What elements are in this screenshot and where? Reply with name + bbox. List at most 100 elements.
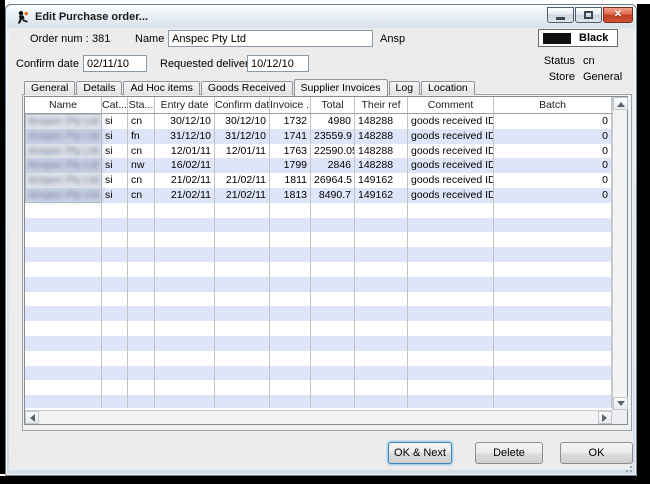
confirm-date-input[interactable] bbox=[83, 55, 147, 72]
desktop-edge-bottom bbox=[0, 476, 650, 484]
close-button[interactable]: ✕ bbox=[603, 7, 633, 23]
table-row-empty[interactable] bbox=[25, 232, 612, 247]
cell-confirm_date bbox=[215, 321, 270, 336]
cell-invoice_num bbox=[270, 247, 311, 262]
desktop-edge-right bbox=[637, 4, 650, 484]
cell-comment bbox=[408, 351, 494, 366]
table-row[interactable]: Anspec Pty Ltdsicn21/02/1121/02/11181126… bbox=[25, 173, 612, 188]
horizontal-scrollbar[interactable] bbox=[25, 410, 612, 424]
cell-total bbox=[311, 232, 355, 247]
resize-grip-icon[interactable] bbox=[622, 463, 633, 473]
tab-general[interactable]: General bbox=[24, 81, 75, 95]
table-row-empty[interactable] bbox=[25, 292, 612, 307]
scroll-up-button[interactable] bbox=[613, 97, 628, 110]
tab-supplier-invoices[interactable]: Supplier Invoices bbox=[294, 79, 388, 96]
scroll-left-button[interactable] bbox=[25, 411, 39, 424]
table-row-empty[interactable] bbox=[25, 306, 612, 321]
cell-batch bbox=[494, 262, 612, 277]
tab-details[interactable]: Details bbox=[76, 81, 122, 95]
cell-confirm_date bbox=[215, 262, 270, 277]
table-row[interactable]: Anspec Pty Ltdsicn12/01/1112/01/11176322… bbox=[25, 144, 612, 159]
cell-invoice_num bbox=[270, 306, 311, 321]
cell-category bbox=[102, 262, 128, 277]
table-row-empty[interactable] bbox=[25, 247, 612, 262]
cell-entry_date bbox=[155, 351, 215, 366]
table-row[interactable]: Anspec Pty Ltdsinw16/02/1117992846148288… bbox=[25, 158, 612, 173]
ok-button[interactable]: OK bbox=[560, 442, 633, 464]
cell-confirm_date bbox=[215, 351, 270, 366]
cell-status bbox=[128, 292, 155, 307]
cell-status: cn bbox=[128, 173, 155, 188]
cell-entry_date bbox=[155, 203, 215, 218]
column-header-entry-date[interactable]: Entry date bbox=[155, 97, 215, 113]
supplier-name-input[interactable] bbox=[168, 30, 373, 47]
column-header-cat-[interactable]: Cat... bbox=[102, 97, 128, 113]
tab-location[interactable]: Location bbox=[421, 81, 475, 95]
cell-comment bbox=[408, 395, 494, 408]
column-header-batch[interactable]: Batch bbox=[494, 97, 612, 113]
cell-name bbox=[25, 277, 102, 292]
scroll-right-button[interactable] bbox=[598, 411, 612, 424]
tab-ad-hoc-items[interactable]: Ad Hoc items bbox=[123, 81, 199, 95]
table-row-empty[interactable] bbox=[25, 336, 612, 351]
table-row-empty[interactable] bbox=[25, 277, 612, 292]
title-bar[interactable]: Edit Purchase order... bbox=[7, 6, 635, 28]
color-swatch-label: Black bbox=[579, 32, 608, 44]
cell-category bbox=[102, 292, 128, 307]
vertical-scrollbar[interactable] bbox=[612, 97, 627, 410]
column-header-sta-[interactable]: Sta... bbox=[128, 97, 155, 113]
table-rows: Anspec Pty Ltdsicn30/12/1030/12/10173249… bbox=[25, 114, 612, 408]
column-header-name[interactable]: Name bbox=[25, 97, 102, 113]
cell-confirm_date bbox=[215, 232, 270, 247]
cell-invoice_num bbox=[270, 292, 311, 307]
delete-button[interactable]: Delete bbox=[475, 442, 543, 464]
cell-invoice_num: 1732 bbox=[270, 114, 311, 129]
table-row-empty[interactable] bbox=[25, 395, 612, 408]
color-swatch-box[interactable]: Black bbox=[538, 29, 618, 47]
cell-status: cn bbox=[128, 144, 155, 159]
cell-confirm_date bbox=[215, 380, 270, 395]
supplier-code: Ansp bbox=[380, 33, 405, 45]
cell-invoice_num bbox=[270, 218, 311, 233]
tab-log[interactable]: Log bbox=[389, 81, 421, 95]
cell-comment: goods received ID : 5 bbox=[408, 114, 494, 129]
requested-delivery-input[interactable] bbox=[247, 55, 309, 72]
cell-their_ref: 148288 bbox=[355, 144, 408, 159]
table-row-empty[interactable] bbox=[25, 380, 612, 395]
minimize-button[interactable] bbox=[547, 7, 574, 23]
cell-comment bbox=[408, 203, 494, 218]
cell-invoice_num bbox=[270, 380, 311, 395]
cell-their_ref bbox=[355, 292, 408, 307]
column-header-comment[interactable]: Comment bbox=[408, 97, 494, 113]
table-row-empty[interactable] bbox=[25, 351, 612, 366]
cell-batch bbox=[494, 395, 612, 408]
ok-next-button[interactable]: OK & Next bbox=[388, 442, 452, 464]
cell-category bbox=[102, 321, 128, 336]
table-row[interactable]: Anspec Pty Ltdsicn21/02/1121/02/11181384… bbox=[25, 188, 612, 203]
column-header-their-ref[interactable]: Their ref bbox=[355, 97, 408, 113]
scroll-down-button[interactable] bbox=[613, 397, 628, 410]
column-header-invoice-[interactable]: Invoice ... bbox=[270, 97, 311, 113]
table-row-empty[interactable] bbox=[25, 366, 612, 381]
cell-status bbox=[128, 203, 155, 218]
supplier-invoices-panel: NameCat...Sta...Entry dateConfirm dateIn… bbox=[22, 94, 632, 431]
cell-comment bbox=[408, 321, 494, 336]
table-row[interactable]: Anspec Pty Ltdsicn30/12/1030/12/10173249… bbox=[25, 114, 612, 129]
table-row-empty[interactable] bbox=[25, 262, 612, 277]
cell-total bbox=[311, 262, 355, 277]
maximize-button[interactable] bbox=[575, 7, 602, 23]
cell-status: nw bbox=[128, 158, 155, 173]
table-row-empty[interactable] bbox=[25, 321, 612, 336]
cell-invoice_num bbox=[270, 336, 311, 351]
table-row-empty[interactable] bbox=[25, 203, 612, 218]
table-row-empty[interactable] bbox=[25, 218, 612, 233]
cell-their_ref bbox=[355, 218, 408, 233]
table-row[interactable]: Anspec Pty Ltdsifn31/12/1031/12/10174123… bbox=[25, 129, 612, 144]
cell-batch bbox=[494, 218, 612, 233]
cell-category bbox=[102, 218, 128, 233]
tab-goods-received[interactable]: Goods Received bbox=[201, 81, 293, 95]
column-header-total[interactable]: Total bbox=[311, 97, 355, 113]
cell-name: Anspec Pty Ltd bbox=[25, 173, 102, 188]
column-header-confirm-date[interactable]: Confirm date bbox=[215, 97, 270, 113]
table-header-row: NameCat...Sta...Entry dateConfirm dateIn… bbox=[25, 97, 612, 114]
